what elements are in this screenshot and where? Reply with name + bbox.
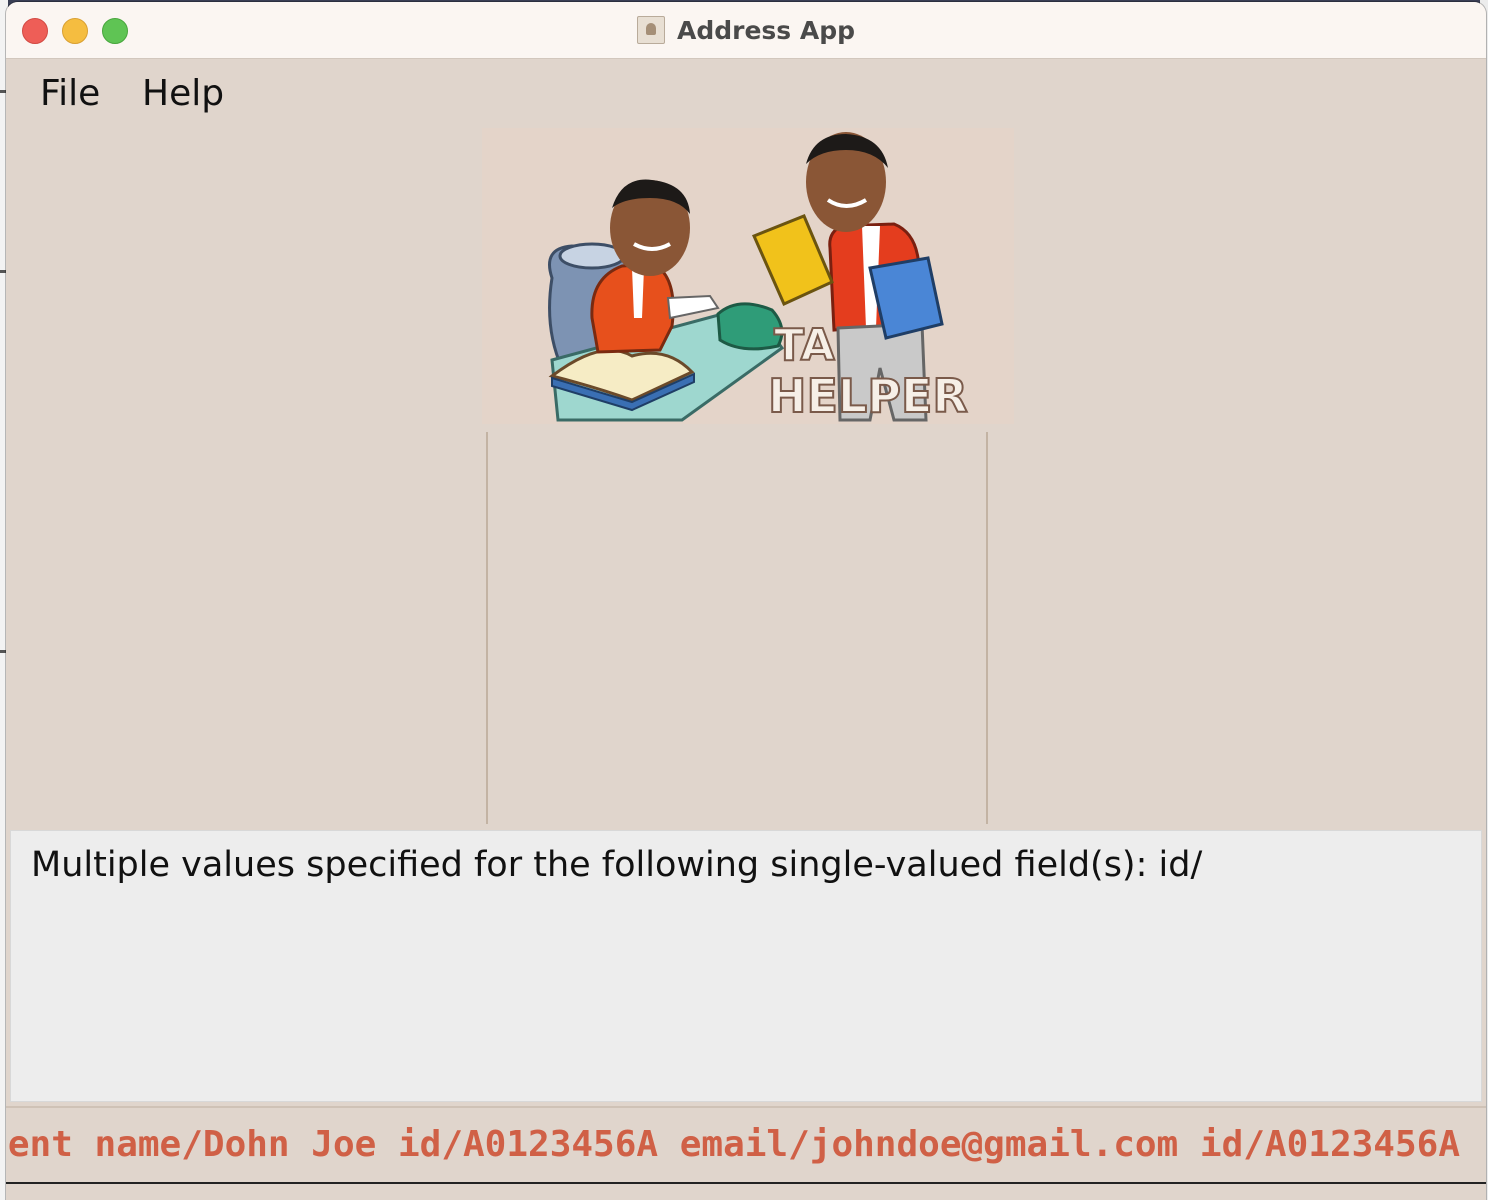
- menu-bar: File Help: [6, 59, 1486, 129]
- person-left-shirt: [632, 268, 644, 318]
- ta-helper-banner: TA HELPER: [482, 128, 1014, 424]
- student-list-panel[interactable]: [486, 432, 988, 824]
- window-title-group: Address App: [6, 14, 1486, 46]
- menu-help[interactable]: Help: [142, 73, 224, 114]
- result-message: Multiple values specified for the follow…: [31, 845, 1203, 885]
- command-input-box[interactable]: add_student name/Dohn Joe id/A0123456A e…: [6, 1106, 1486, 1182]
- bottom-border: [6, 1182, 1486, 1184]
- logo-text-helper: HELPER: [768, 369, 968, 423]
- address-book-icon: [636, 16, 665, 44]
- window-title: Address App: [676, 15, 856, 45]
- command-input[interactable]: add_student name/Dohn Joe id/A0123456A e…: [6, 1124, 1460, 1165]
- yellow-book: [752, 214, 834, 306]
- title-bar[interactable]: Address App: [6, 2, 1486, 59]
- result-display: Multiple values specified for the follow…: [10, 830, 1482, 1102]
- person-left-arm: [666, 294, 720, 320]
- menu-file[interactable]: File: [40, 73, 100, 114]
- logo-text-ta: TA: [774, 320, 835, 371]
- ta-helper-illustration: TA HELPER: [548, 132, 969, 424]
- app-window: Address App File Help TA HELPER Multiple…: [6, 2, 1486, 1200]
- bag-shape: [716, 302, 784, 351]
